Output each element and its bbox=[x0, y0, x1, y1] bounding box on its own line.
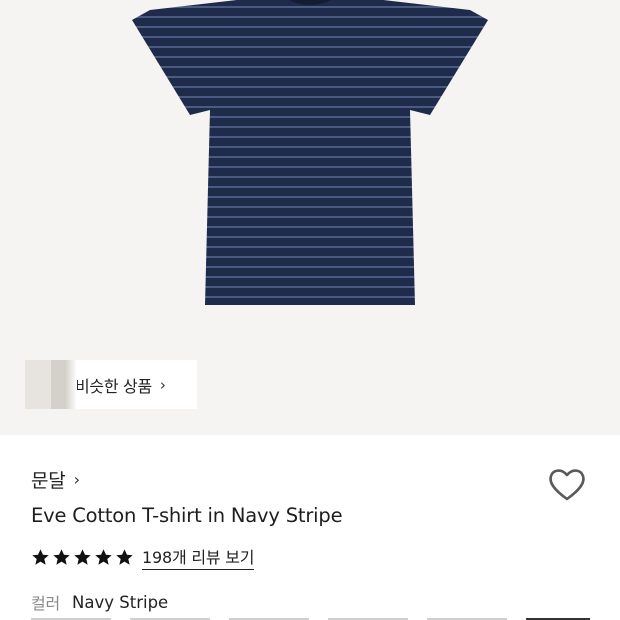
color-row: 컬러 Navy Stripe bbox=[31, 590, 168, 614]
product-title: Eve Cotton T-shirt in Navy Stripe bbox=[31, 504, 343, 527]
star-icon bbox=[95, 548, 112, 565]
star-icon bbox=[32, 548, 49, 565]
star-icon bbox=[74, 548, 91, 565]
product-image bbox=[132, 0, 488, 305]
chevron-right-icon: › bbox=[73, 470, 80, 489]
chevron-right-icon: › bbox=[159, 375, 166, 394]
star-rating bbox=[31, 548, 134, 567]
similar-products-button[interactable]: 비슷한 상품 › bbox=[25, 360, 197, 409]
product-info: 문달 › Eve Cotton T-shirt in Navy Stripe 1… bbox=[0, 435, 620, 620]
rating-row: 198개 리뷰 보기 bbox=[31, 544, 255, 570]
color-label: 컬러 bbox=[31, 594, 61, 613]
brand-name: 문달 bbox=[31, 470, 66, 492]
color-value: Navy Stripe bbox=[72, 592, 169, 612]
reviews-link[interactable]: 198개 리뷰 보기 bbox=[142, 544, 255, 570]
similar-products-label: 비슷한 상품 bbox=[75, 376, 152, 396]
wishlist-heart-icon[interactable] bbox=[547, 465, 587, 503]
star-icon bbox=[116, 548, 133, 565]
similar-product-thumbnails bbox=[25, 360, 77, 409]
brand-link[interactable]: 문달 › bbox=[31, 466, 80, 493]
star-icon bbox=[53, 548, 70, 565]
product-image-area[interactable]: 비슷한 상품 › bbox=[0, 0, 620, 435]
